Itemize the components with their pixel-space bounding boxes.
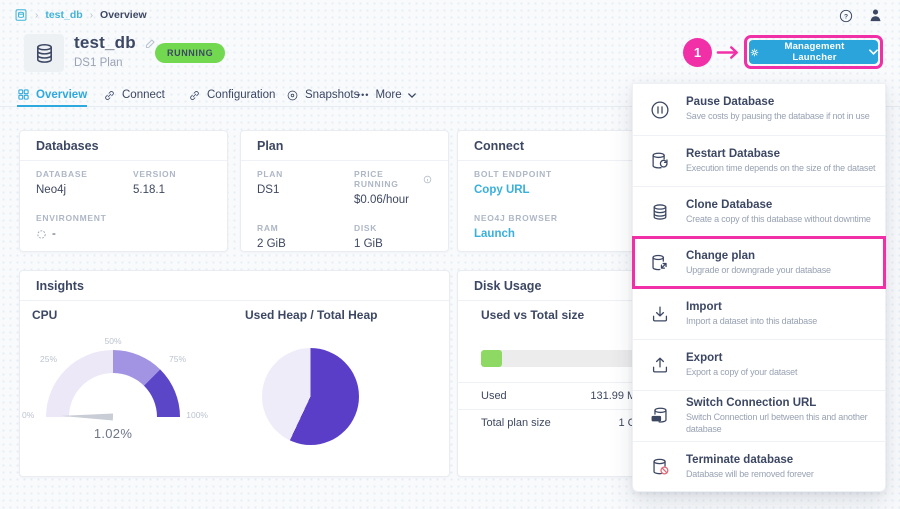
tab-connect[interactable]: Connect (103, 84, 165, 106)
menu-item-switch-connection-url[interactable]: URL Switch Connection URLSwitch Connecti… (633, 390, 885, 441)
ellipsis-icon: ••• (357, 90, 369, 100)
svg-text:?: ? (844, 13, 848, 20)
user-icon[interactable] (867, 7, 884, 24)
field-neo4j-browser: NEO4J BROWSER Launch (474, 213, 653, 240)
info-icon[interactable] (423, 175, 432, 184)
tab-snapshots[interactable]: Snapshots (286, 84, 359, 106)
chevron-down-icon (408, 93, 416, 98)
change-plan-icon (649, 252, 673, 274)
tab-more[interactable]: ••• More (357, 84, 416, 106)
gear-icon (749, 47, 760, 58)
gauge-tick-0: 0% (22, 410, 34, 420)
status-badge: RUNNING (155, 43, 225, 63)
breadcrumb-separator: › (90, 10, 93, 21)
cpu-gauge-needle (61, 409, 113, 423)
help-icon[interactable]: ? (838, 8, 854, 24)
link-icon (103, 89, 116, 102)
copy-url-link[interactable]: Copy URL (474, 184, 653, 196)
breadcrumb-db-link[interactable]: test_db (45, 9, 82, 21)
launch-link[interactable]: Launch (474, 228, 653, 240)
field-database: DATABASE Neo4j (36, 169, 133, 196)
field-version: VERSION 5.18.1 (133, 169, 211, 196)
switch-url-icon: URL (649, 405, 673, 427)
menu-item-export[interactable]: ExportExport a copy of your dataset (633, 339, 885, 390)
chevron-down-icon (869, 49, 878, 55)
breadcrumb-separator: › (35, 10, 38, 21)
link-icon (188, 89, 201, 102)
field-ram: RAM 2 GiB (257, 223, 354, 250)
export-icon (649, 354, 673, 376)
gauge-tick-50: 50% (104, 336, 121, 346)
disk-usage-fill (481, 350, 502, 367)
terminate-icon (649, 456, 673, 478)
menu-item-pause-database[interactable]: Pause DatabaseSave costs by pausing the … (633, 84, 885, 135)
cpu-chart-title: CPU (32, 308, 57, 322)
cpu-gauge: 50% 25% 75% 0% 100% 1.02% (18, 330, 208, 445)
database-icon (33, 42, 56, 65)
edit-pencil-icon[interactable] (144, 37, 157, 50)
restart-icon (649, 150, 673, 172)
annotation-highlight-box: Management Launcher (744, 35, 883, 69)
breadcrumb-page: Overview (100, 9, 147, 21)
plan-subtitle: DS1 Plan (74, 57, 123, 69)
heap-pie (262, 348, 359, 445)
database-nav-icon[interactable] (14, 8, 28, 22)
snapshot-icon (286, 89, 299, 102)
breadcrumb: › test_db › Overview (14, 8, 147, 22)
insights-card-title: Insights (20, 271, 449, 301)
svg-text:URL: URL (652, 416, 661, 421)
cpu-gauge-value: 1.02% (18, 426, 208, 441)
app-root: › test_db › Overview ? (0, 0, 900, 509)
tab-more-label: More (375, 89, 401, 101)
field-price-running: PRICE RUNNING $0.06/hour (354, 169, 432, 206)
tab-overview-label: Overview (36, 89, 87, 101)
menu-item-import[interactable]: ImportImport a dataset into this databas… (633, 288, 885, 339)
databases-card: Databases DATABASE Neo4j VERSION 5.18.1 … (19, 130, 228, 252)
menu-item-terminate-database[interactable]: Terminate databaseDatabase will be remov… (633, 441, 885, 492)
tab-connect-label: Connect (122, 89, 165, 101)
menu-item-restart-database[interactable]: Restart DatabaseExecution time depends o… (633, 135, 885, 186)
menu-item-clone-database[interactable]: Clone DatabaseCreate a copy of this data… (633, 186, 885, 237)
gauge-tick-100: 100% (186, 410, 208, 420)
field-environment: ENVIRONMENT - (36, 213, 133, 240)
tab-overview[interactable]: Overview (17, 84, 87, 107)
heap-chart-title: Used Heap / Total Heap (245, 308, 377, 322)
menu-item-change-plan[interactable]: Change planUpgrade or downgrade your dat… (633, 237, 885, 288)
tab-configuration-label: Configuration (207, 89, 275, 101)
tab-snapshots-label: Snapshots (305, 89, 359, 101)
field-disk: DISK 1 GiB (354, 223, 432, 250)
topbar: › test_db › Overview ? (0, 0, 900, 30)
management-launcher-button[interactable]: Management Launcher (749, 40, 878, 64)
pause-icon (649, 99, 673, 121)
database-avatar (24, 34, 64, 72)
tab-configuration[interactable]: Configuration (188, 84, 275, 106)
plan-card-title: Plan (241, 131, 448, 161)
annotation-step-badge: 1 (683, 38, 712, 67)
clone-icon (649, 201, 673, 223)
disk-usage-bar (481, 350, 646, 367)
spinner-icon (36, 229, 47, 240)
page-title: test_db (74, 33, 136, 53)
field-bolt-endpoint: BOLT ENDPOINT Copy URL (474, 169, 653, 196)
databases-card-title: Databases (20, 131, 227, 161)
plan-card: Plan PLAN DS1 PRICE RUNNING $0.06/hour R… (240, 130, 449, 252)
annotation-arrow-icon (716, 45, 740, 60)
disk-chart-title: Used vs Total size (481, 308, 584, 322)
import-icon (649, 303, 673, 325)
management-launcher-menu: Pause DatabaseSave costs by pausing the … (632, 83, 886, 492)
management-launcher-label: Management Launcher (766, 41, 863, 63)
field-plan: PLAN DS1 (257, 169, 354, 206)
grid-icon (17, 88, 30, 101)
